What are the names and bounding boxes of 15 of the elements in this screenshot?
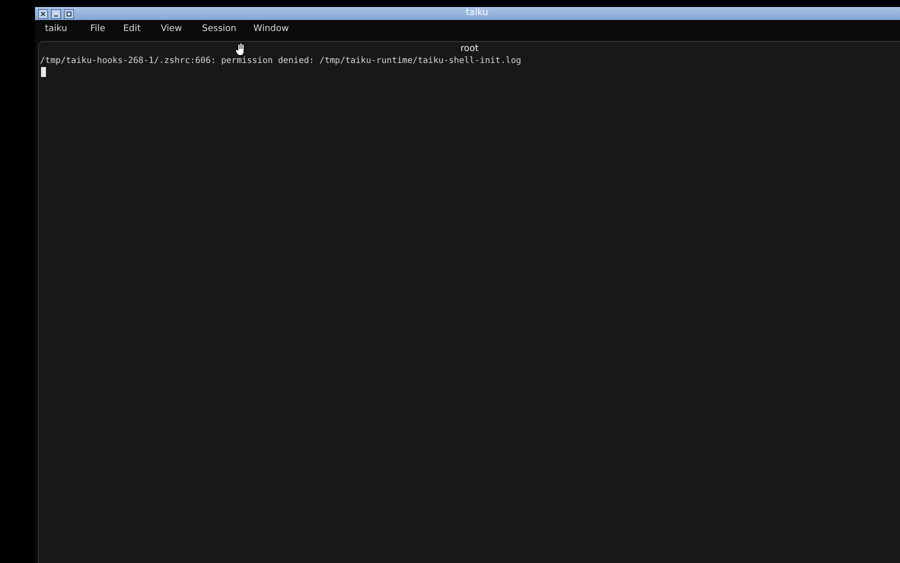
close-icon (39, 10, 47, 18)
terminal-line: /tmp/taiku-hooks-268-1/.zshrc:606: permission denied: /tmp/taiku-runtime/taiku-shell-init.log (40, 56, 522, 67)
window-title: taiku (464, 7, 490, 20)
maximize-icon (65, 10, 73, 18)
menu-item[interactable]: Session (202, 23, 236, 37)
close-button[interactable] (38, 8, 48, 18)
menu-item[interactable]: Edit (123, 23, 141, 37)
hand-cursor-icon (235, 43, 246, 56)
maximize-button[interactable] (64, 8, 74, 18)
menu-item[interactable]: Window (253, 23, 289, 37)
menu-item[interactable]: File (90, 23, 106, 37)
minimize-button[interactable] (51, 8, 61, 18)
menu-item[interactable]: taiku (45, 23, 68, 37)
tab-title[interactable]: root (460, 44, 479, 54)
menu-item[interactable]: View (160, 23, 182, 37)
